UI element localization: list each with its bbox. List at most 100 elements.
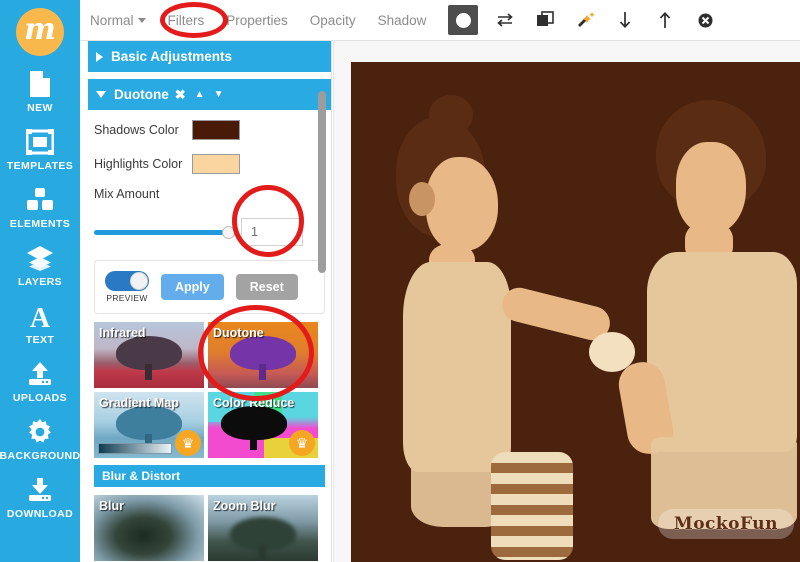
premium-crown-icon: ♛ bbox=[175, 430, 201, 456]
mix-amount-row: 1 bbox=[88, 218, 331, 246]
left-sidebar: m NEW TEMPLATES ELEMENTS LAYERS A TEXT U… bbox=[0, 0, 80, 562]
sidebar-label-templates: TEMPLATES bbox=[6, 160, 74, 172]
svg-text:A: A bbox=[30, 303, 51, 330]
slider-fill bbox=[94, 229, 229, 235]
edited-photo[interactable]: MockoFun bbox=[351, 62, 800, 562]
filter-thumb-label: Gradient Map bbox=[99, 396, 179, 410]
sidebar-label-uploads: UPLOADS bbox=[12, 392, 68, 404]
tab-properties[interactable]: Properties bbox=[226, 13, 288, 28]
highlights-color-row: Highlights Color bbox=[88, 149, 331, 178]
gear-icon bbox=[25, 418, 55, 446]
mix-amount-slider[interactable] bbox=[94, 225, 235, 239]
tab-filters[interactable]: Filters bbox=[168, 13, 205, 28]
mix-amount-value[interactable]: 1 bbox=[241, 218, 303, 246]
watermark: MockoFun bbox=[657, 509, 794, 539]
download-icon bbox=[25, 476, 55, 504]
layers-icon bbox=[25, 244, 55, 272]
mix-amount-value-text: 1 bbox=[251, 225, 258, 239]
photo-shape bbox=[491, 452, 573, 560]
sidebar-label-background: BACKGROUND bbox=[0, 450, 81, 462]
thumb-art-tree bbox=[226, 517, 300, 561]
filter-thumb-zoom-blur[interactable]: Zoom Blur bbox=[208, 495, 318, 561]
filter-thumb-label: Infrared bbox=[99, 326, 146, 340]
text-icon: A bbox=[25, 302, 55, 330]
section-blur-distort[interactable]: Blur & Distort bbox=[94, 465, 325, 487]
sidebar-item-download[interactable]: DOWNLOAD bbox=[0, 476, 80, 520]
filter-thumb-color-reduce[interactable]: Color Reduce ♛ bbox=[208, 392, 318, 458]
gradient-strip bbox=[98, 443, 172, 454]
preview-label: PREVIEW bbox=[106, 293, 148, 303]
upload-icon bbox=[25, 360, 55, 388]
app-logo[interactable]: m bbox=[16, 8, 64, 56]
tab-opacity[interactable]: Opacity bbox=[310, 13, 356, 28]
highlights-color-label: Highlights Color bbox=[94, 156, 183, 171]
thumb-art-tree bbox=[226, 336, 300, 380]
thumb-art-tree bbox=[217, 406, 291, 450]
mask-icon[interactable] bbox=[448, 5, 479, 35]
logo-letter: m bbox=[24, 12, 56, 47]
section-duotone[interactable]: Duotone ✖ ▲ ▼ bbox=[88, 79, 331, 110]
sidebar-label-elements: ELEMENTS bbox=[9, 218, 71, 230]
shadows-color-swatch[interactable] bbox=[192, 119, 240, 140]
section-blur-distort-label: Blur & Distort bbox=[102, 469, 180, 483]
sidebar-label-new: NEW bbox=[27, 102, 53, 114]
sidebar-item-background[interactable]: BACKGROUND bbox=[0, 418, 80, 462]
filter-thumb-blur[interactable]: Blur bbox=[94, 495, 204, 561]
photo-shape bbox=[676, 142, 746, 234]
filter-thumb-label: Zoom Blur bbox=[213, 499, 276, 513]
filters-panel: Basic Adjustments Duotone ✖ ▲ ▼ Shadows … bbox=[88, 41, 332, 562]
photo-shape bbox=[426, 157, 498, 251]
sidebar-item-templates[interactable]: TEMPLATES bbox=[0, 128, 80, 172]
chevron-right-icon bbox=[96, 51, 103, 62]
sidebar-item-text[interactable]: A TEXT bbox=[0, 302, 80, 346]
filter-thumb-gradient-map[interactable]: Gradient Map ♛ bbox=[94, 392, 204, 458]
delete-icon[interactable] bbox=[692, 7, 718, 33]
panel-scrollbar[interactable] bbox=[318, 91, 326, 273]
reset-button[interactable]: Reset bbox=[235, 274, 298, 300]
apply-button[interactable]: Apply bbox=[161, 274, 224, 300]
blur-thumbnail-grid: Blur Zoom Blur bbox=[88, 487, 331, 561]
preview-toggle-wrap: PREVIEW bbox=[105, 271, 149, 303]
premium-crown-icon: ♛ bbox=[289, 430, 315, 456]
slider-handle[interactable] bbox=[222, 225, 235, 239]
remove-filter-icon[interactable]: ✖ bbox=[175, 87, 186, 103]
section-basic-adjustments[interactable]: Basic Adjustments bbox=[88, 41, 331, 72]
magic-wand-icon[interactable] bbox=[572, 7, 598, 33]
document-icon bbox=[25, 70, 55, 98]
sidebar-label-layers: LAYERS bbox=[17, 276, 63, 288]
chevron-down-icon bbox=[137, 18, 146, 24]
photo-shape bbox=[409, 182, 435, 216]
filter-thumb-label: Color Reduce bbox=[213, 396, 295, 410]
sidebar-item-new[interactable]: NEW bbox=[0, 70, 80, 114]
flip-icon[interactable] bbox=[492, 7, 518, 33]
filter-thumb-label: Duotone bbox=[213, 326, 264, 340]
move-filter-up-icon[interactable]: ▲ bbox=[195, 89, 205, 100]
filter-actions: PREVIEW Apply Reset bbox=[94, 260, 325, 314]
chevron-down-icon bbox=[96, 91, 106, 98]
highlights-color-swatch[interactable] bbox=[192, 153, 240, 174]
filter-thumb-duotone[interactable]: Duotone bbox=[208, 322, 318, 388]
duplicate-icon[interactable] bbox=[532, 7, 558, 33]
sidebar-label-download: DOWNLOAD bbox=[6, 508, 74, 520]
elements-icon bbox=[25, 186, 55, 214]
photo-shape bbox=[429, 95, 473, 135]
top-toolbar: Normal Filters Properties Opacity Shadow bbox=[80, 0, 800, 41]
section-basic-adjustments-label: Basic Adjustments bbox=[111, 49, 233, 64]
sidebar-item-elements[interactable]: ELEMENTS bbox=[0, 186, 80, 230]
preview-toggle[interactable] bbox=[105, 271, 149, 291]
filter-thumbnail-grid: Infrared Duotone Gradient Map ♛ Color Re… bbox=[88, 314, 331, 458]
filter-thumb-label: Blur bbox=[99, 499, 124, 513]
filter-thumb-infrared[interactable]: Infrared bbox=[94, 322, 204, 388]
blend-mode-label: Normal bbox=[90, 12, 134, 28]
move-filter-down-icon[interactable]: ▼ bbox=[214, 89, 224, 100]
sidebar-item-uploads[interactable]: UPLOADS bbox=[0, 360, 80, 404]
tab-shadow[interactable]: Shadow bbox=[378, 13, 427, 28]
thumb-art-tree bbox=[112, 336, 186, 380]
blend-mode-dropdown[interactable]: Normal bbox=[90, 13, 146, 28]
shadows-color-row: Shadows Color bbox=[88, 115, 331, 144]
sidebar-item-layers[interactable]: LAYERS bbox=[0, 244, 80, 288]
canvas-area: MockoFun bbox=[333, 41, 800, 562]
move-up-icon[interactable] bbox=[652, 7, 678, 33]
move-down-icon[interactable] bbox=[612, 7, 638, 33]
templates-icon bbox=[25, 128, 55, 156]
